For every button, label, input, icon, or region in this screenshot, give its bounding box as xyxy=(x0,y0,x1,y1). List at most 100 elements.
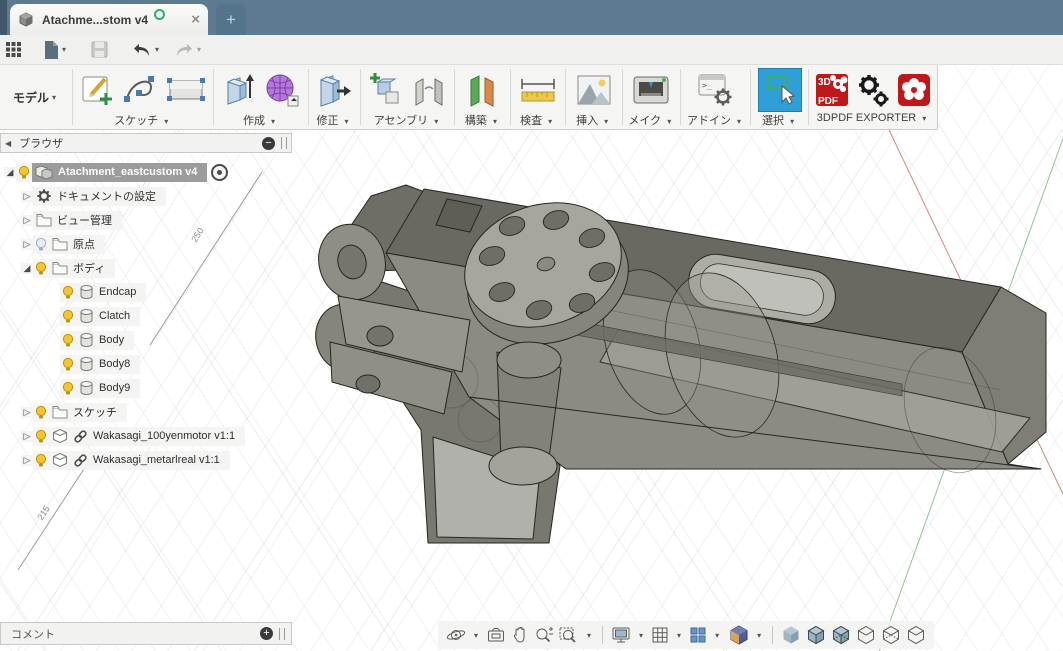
zoom-icon[interactable] xyxy=(534,626,554,644)
model-body[interactable] xyxy=(308,183,1046,543)
group-label-addins[interactable]: アドイン xyxy=(687,115,731,127)
tree-item-origin[interactable]: ▷ 原点 xyxy=(0,232,292,256)
undo-icon[interactable] xyxy=(132,43,152,57)
workspace-selector[interactable]: モデル ▾ xyxy=(0,65,72,129)
group-caret[interactable]: ▾ xyxy=(667,117,671,126)
group-label-3dpdf[interactable]: 3DPDF EXPORTER xyxy=(817,112,916,124)
create-sketch-icon[interactable] xyxy=(79,71,117,109)
wireframe-hidden-icon[interactable] xyxy=(856,625,876,645)
group-caret[interactable]: ▾ xyxy=(604,117,608,126)
tree-item-body8[interactable]: Body8 xyxy=(0,352,292,376)
3d-print-icon[interactable] xyxy=(630,71,672,109)
expander-icon[interactable]: ▷ xyxy=(21,215,33,226)
tree-item-wakasagi-metal[interactable]: ▷ Wakasagi_metarlreal v1:1 xyxy=(0,448,292,472)
spline-icon[interactable] xyxy=(121,71,161,109)
visibility-bulb-icon[interactable] xyxy=(33,427,49,446)
expander-icon[interactable]: ▷ xyxy=(21,455,33,466)
wireframe-icon[interactable] xyxy=(906,625,926,645)
visual-style-caret[interactable]: ▾ xyxy=(757,631,761,640)
file-menu-caret[interactable]: ▾ xyxy=(62,45,66,54)
visibility-bulb-icon[interactable] xyxy=(33,451,49,470)
insert-image-icon[interactable] xyxy=(574,72,614,108)
tree-item-selected-bg[interactable]: Atachment_eastcustom v4 xyxy=(32,163,207,182)
expander-icon[interactable]: ▷ xyxy=(21,239,33,250)
visibility-bulb-icon[interactable] xyxy=(33,403,49,422)
tree-item-body9[interactable]: Body9 xyxy=(0,376,292,400)
pdf-flower-icon[interactable] xyxy=(897,72,931,108)
group-label-construct[interactable]: 構築 xyxy=(465,115,487,127)
visibility-bulb-icon[interactable] xyxy=(16,163,32,182)
construction-plane-icon[interactable] xyxy=(463,70,501,110)
measure-icon[interactable] xyxy=(518,72,558,108)
group-label-insert[interactable]: 挿入 xyxy=(576,115,598,127)
group-caret[interactable]: ▾ xyxy=(548,117,552,126)
visual-style-icon[interactable] xyxy=(729,625,749,645)
save-icon[interactable] xyxy=(91,41,108,58)
group-caret[interactable]: ▾ xyxy=(434,117,438,126)
browser-minimize-button[interactable]: − xyxy=(262,137,275,150)
group-caret[interactable]: ▾ xyxy=(922,114,926,123)
expander-icon[interactable]: ◢ xyxy=(21,263,33,274)
group-label-assemble[interactable]: アセンブリ xyxy=(374,115,428,127)
expander-icon[interactable]: ▷ xyxy=(21,191,33,202)
grid-menu-icon[interactable] xyxy=(6,42,21,57)
group-label-inspect[interactable]: 検査 xyxy=(520,115,542,127)
scripts-addins-icon[interactable]: >_ xyxy=(695,71,737,109)
group-label-make[interactable]: メイク xyxy=(628,115,661,127)
visibility-bulb-icon[interactable] xyxy=(60,355,76,374)
browser-header[interactable]: ◀ ブラウザ − xyxy=(0,133,292,153)
tree-item-sketches[interactable]: ▷ スケッチ xyxy=(0,400,292,424)
browser-drag-grip[interactable] xyxy=(281,137,287,149)
group-caret[interactable]: ▾ xyxy=(271,117,275,126)
zoom-window-icon[interactable] xyxy=(559,626,579,644)
expander-icon[interactable]: ▷ xyxy=(21,431,33,442)
form-icon[interactable] xyxy=(262,70,302,110)
shaded-with-edges-icon[interactable] xyxy=(806,625,826,645)
viewports-caret[interactable]: ▾ xyxy=(715,631,719,640)
tree-item-view-management[interactable]: ▷ ビュー管理 xyxy=(0,208,292,232)
grid-settings-icon[interactable] xyxy=(651,626,669,644)
gear-settings-icon[interactable] xyxy=(855,72,891,108)
display-settings-caret[interactable]: ▾ xyxy=(639,631,643,640)
comment-add-button[interactable]: + xyxy=(260,627,273,640)
group-caret[interactable]: ▾ xyxy=(164,117,168,126)
group-caret[interactable]: ▾ xyxy=(493,117,497,126)
tree-item-endcap[interactable]: Endcap xyxy=(0,280,292,304)
tree-item-body[interactable]: Body xyxy=(0,328,292,352)
shaded-style-icon[interactable] xyxy=(781,625,801,645)
press-pull-icon[interactable] xyxy=(315,70,353,110)
redo-caret[interactable]: ▾ xyxy=(197,45,201,54)
expander-icon[interactable]: ▷ xyxy=(21,407,33,418)
pan-icon[interactable] xyxy=(511,626,529,644)
zoom-window-caret[interactable]: ▾ xyxy=(587,631,591,640)
new-tab-button[interactable]: + xyxy=(216,4,246,35)
panel-collapse-icon[interactable]: ◀ xyxy=(5,139,11,148)
tab-close-button[interactable]: × xyxy=(191,12,200,27)
rectangle-icon[interactable] xyxy=(165,71,207,109)
comment-drag-grip[interactable] xyxy=(279,628,285,640)
undo-caret[interactable]: ▾ xyxy=(155,45,159,54)
viewports-icon[interactable] xyxy=(689,626,707,644)
document-tab[interactable]: Atachme...stom v4 × xyxy=(10,4,208,35)
group-caret[interactable]: ▾ xyxy=(345,117,349,126)
visibility-bulb-icon[interactable] xyxy=(60,379,76,398)
group-label-modify[interactable]: 修正 xyxy=(316,115,338,127)
group-label-sketch[interactable]: スケッチ xyxy=(114,115,158,127)
component-activate-radio[interactable] xyxy=(211,164,228,181)
look-at-icon[interactable] xyxy=(486,626,506,644)
visibility-bulb-icon[interactable] xyxy=(33,259,49,278)
group-label-select[interactable]: 選択 xyxy=(762,115,784,127)
extrude-icon[interactable] xyxy=(220,70,258,110)
visibility-bulb-icon[interactable] xyxy=(60,307,76,326)
group-caret[interactable]: ▾ xyxy=(737,117,741,126)
tree-item-bodies[interactable]: ◢ ボディ xyxy=(0,256,292,280)
file-menu-icon[interactable] xyxy=(43,41,59,59)
select-tool-active[interactable] xyxy=(758,68,802,112)
visibility-bulb-off-icon[interactable] xyxy=(33,235,49,254)
joint-icon[interactable] xyxy=(410,71,448,109)
tree-item-wakasagi-motor[interactable]: ▷ Wakasagi_100yenmotor v1:1 xyxy=(0,424,292,448)
display-settings-icon[interactable] xyxy=(611,626,631,644)
tree-item-clatch[interactable]: Clatch xyxy=(0,304,292,328)
tree-item-root[interactable]: ◢ Atachment_eastcustom v4 xyxy=(0,160,292,184)
expander-icon[interactable]: ◢ xyxy=(4,167,16,178)
